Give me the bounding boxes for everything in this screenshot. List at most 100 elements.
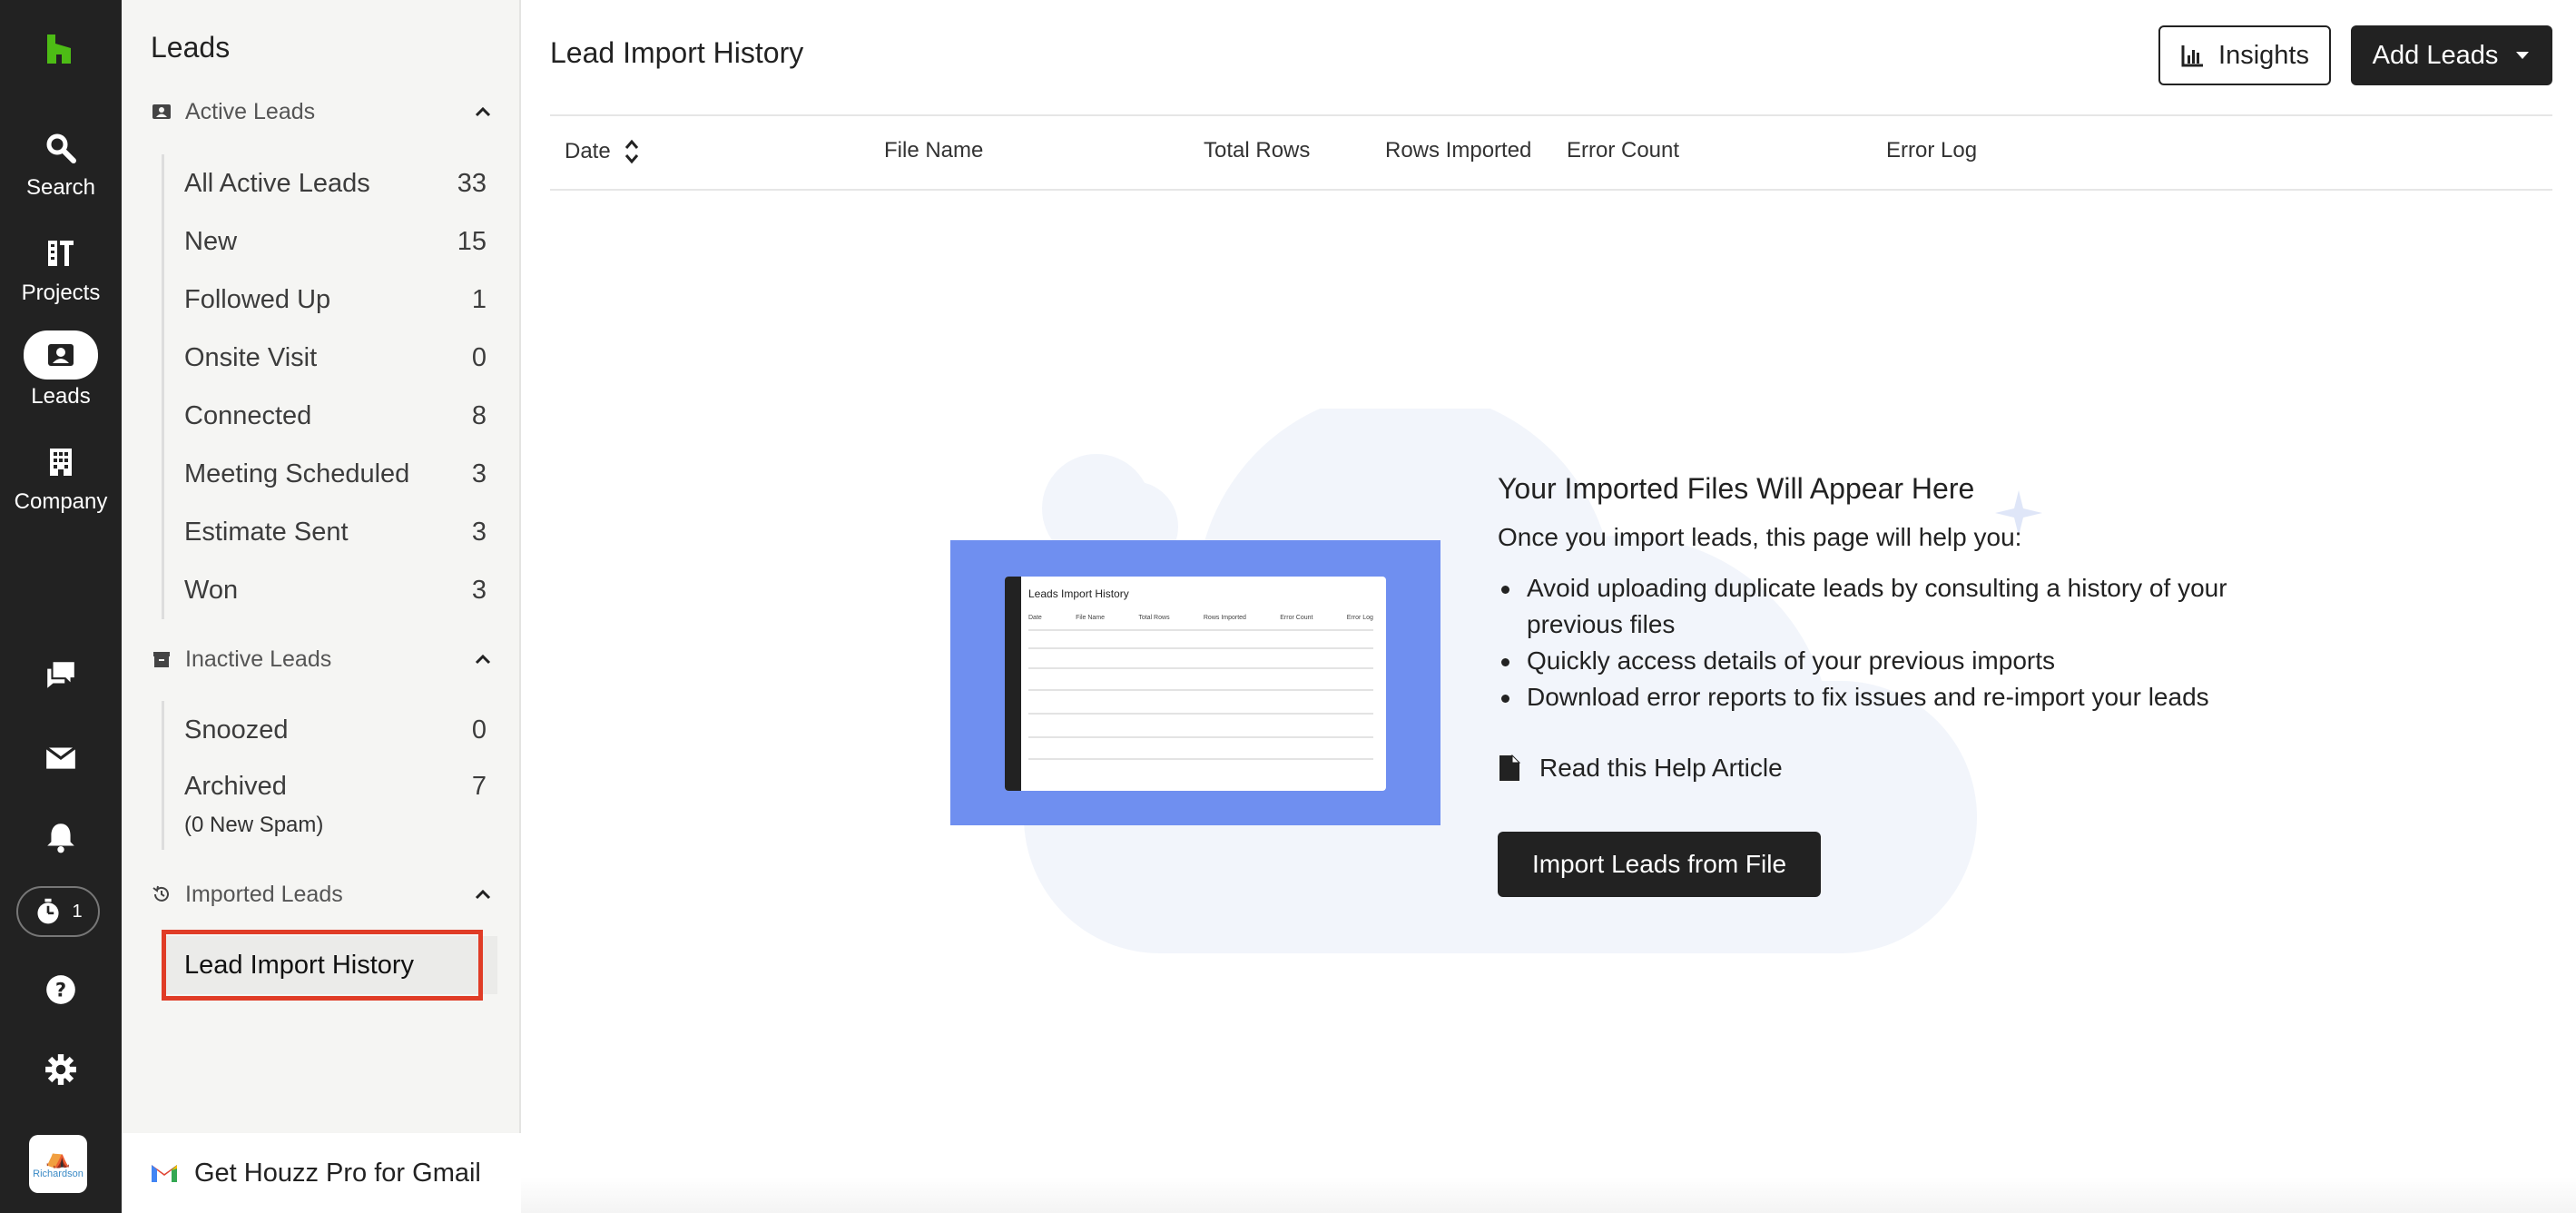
illustration-title: Leads Import History xyxy=(1028,587,1129,600)
column-header-file-name: File Name xyxy=(884,138,983,163)
item-label: Followed Up xyxy=(184,284,331,314)
inbox-button[interactable] xyxy=(0,730,122,784)
empty-state-intro: Once you import leads, this page will he… xyxy=(1498,523,2022,551)
item-label: Meeting Scheduled xyxy=(184,459,410,488)
rail-search[interactable]: Search xyxy=(0,125,122,202)
company-avatar[interactable]: ⛺ Richardson xyxy=(29,1135,87,1193)
item-count: 15 xyxy=(457,226,487,256)
chevron-up-icon xyxy=(475,889,491,900)
leads-icon xyxy=(24,330,98,380)
help-icon: ? xyxy=(46,975,75,1004)
notifications-button[interactable] xyxy=(0,810,122,864)
illustration-column: Total Rows xyxy=(1138,615,1170,621)
bullet-item: Download error reports to fix issues and… xyxy=(1498,679,2278,715)
inbox-icon xyxy=(45,746,76,769)
import-history-illustration: Leads Import History Date File Name Tota… xyxy=(950,540,1440,825)
app-rail: Search Projects Leads Company 1 ? ⛺ Rich… xyxy=(0,0,122,1213)
bottom-shadow xyxy=(521,1177,2576,1213)
settings-button[interactable] xyxy=(0,1042,122,1097)
item-label: All Active Leads xyxy=(184,168,370,198)
sidebar-item-won[interactable]: Won 3 xyxy=(164,561,497,619)
projects-icon xyxy=(34,231,87,276)
bullet-item: Avoid uploading duplicate leads by consu… xyxy=(1498,570,2278,643)
column-label: Date xyxy=(565,139,611,163)
sidebar-item-snoozed[interactable]: Snoozed 0 xyxy=(164,701,497,759)
empty-state-bullets: Avoid uploading duplicate leads by consu… xyxy=(1498,570,2278,715)
sidebar-item-lead-import-history[interactable]: Lead Import History xyxy=(164,936,497,994)
column-label: Total Rows xyxy=(1204,138,1311,163)
gmail-promo[interactable]: Get Houzz Pro for Gmail xyxy=(122,1133,521,1213)
contact-card-icon xyxy=(151,101,172,123)
column-label: Error Count xyxy=(1567,138,1680,163)
leads-sidebar: Leads Active Leads All Active Leads 33 Ne… xyxy=(122,0,521,1213)
imported-leads-label: Imported Leads xyxy=(185,881,343,907)
active-leads-section-header[interactable]: Active Leads xyxy=(151,94,496,130)
caret-down-icon xyxy=(2516,52,2530,59)
item-count: 3 xyxy=(471,517,487,547)
gear-icon xyxy=(45,1054,76,1085)
chevron-up-icon xyxy=(475,654,491,665)
item-count: 8 xyxy=(471,400,487,430)
avatar-text: Richardson xyxy=(33,1169,84,1179)
help-button[interactable]: ? xyxy=(0,962,122,1017)
illustration-column: Date xyxy=(1028,615,1042,621)
rail-leads[interactable]: Leads xyxy=(0,330,122,410)
item-count: 3 xyxy=(471,575,487,605)
column-label: File Name xyxy=(884,138,984,163)
insights-button[interactable]: Insights xyxy=(2158,25,2331,85)
sidebar-item-connected[interactable]: Connected 8 xyxy=(164,387,497,445)
sidebar-item-onsite-visit[interactable]: Onsite Visit 0 xyxy=(164,329,497,387)
illustration-row xyxy=(1028,689,1373,691)
header-divider xyxy=(550,114,2552,116)
sidebar-item-followed-up[interactable]: Followed Up 1 xyxy=(164,271,497,329)
column-header-date[interactable]: Date xyxy=(565,138,642,165)
sidebar-item-meeting-scheduled[interactable]: Meeting Scheduled 3 xyxy=(164,445,497,503)
rail-leads-label: Leads xyxy=(31,384,91,409)
imported-leads-section-header[interactable]: Imported Leads xyxy=(151,876,496,912)
item-sublabel: (0 New Spam) xyxy=(184,813,324,837)
inactive-leads-section-header[interactable]: Inactive Leads xyxy=(151,641,496,677)
illustration-column: File Name xyxy=(1076,615,1106,621)
item-label: Onsite Visit xyxy=(184,342,318,372)
illustration-row xyxy=(1028,667,1373,669)
archive-box-icon xyxy=(151,648,172,670)
sidebar-item-estimate-sent[interactable]: Estimate Sent 3 xyxy=(164,503,497,561)
bar-chart-icon xyxy=(2181,45,2204,67)
houzz-logo-icon[interactable] xyxy=(43,33,75,65)
inactive-leads-list: Snoozed 0 Archived (0 New Spam) 7 xyxy=(162,701,497,850)
illustration-column: Error Count xyxy=(1280,615,1313,621)
item-label: Estimate Sent xyxy=(184,517,349,547)
sidebar-item-new[interactable]: New 15 xyxy=(164,212,497,271)
sidebar-title: Leads xyxy=(151,31,231,64)
column-header-error-count: Error Count xyxy=(1567,138,1679,163)
sidebar-item-all-active-leads[interactable]: All Active Leads 33 xyxy=(164,154,497,212)
active-leads-label: Active Leads xyxy=(185,98,316,124)
svg-text:?: ? xyxy=(55,978,66,1001)
column-header-error-log: Error Log xyxy=(1886,138,1977,163)
add-leads-button[interactable]: Add Leads xyxy=(2351,25,2552,85)
rail-search-label: Search xyxy=(25,175,96,200)
active-leads-list: All Active Leads 33 New 15 Followed Up 1 On… xyxy=(162,154,497,619)
timer-button[interactable]: 1 xyxy=(16,886,100,937)
messages-button[interactable] xyxy=(0,648,122,703)
illustration-row xyxy=(1028,629,1373,631)
illustration-column: Error Log xyxy=(1346,615,1373,621)
illustration-row xyxy=(1028,758,1373,760)
item-label: Archived xyxy=(184,772,287,801)
item-count: 0 xyxy=(471,342,487,372)
bell-icon xyxy=(47,823,74,853)
help-article-link[interactable]: Read this Help Article xyxy=(1498,754,1783,783)
rail-projects[interactable]: Projects xyxy=(0,231,122,307)
gmail-icon xyxy=(152,1165,177,1182)
import-leads-button[interactable]: Import Leads from File xyxy=(1498,832,1821,897)
table-header-divider xyxy=(550,189,2552,191)
rail-company[interactable]: Company xyxy=(0,439,122,516)
page-title: Lead Import History xyxy=(550,36,804,69)
item-count: 0 xyxy=(471,715,487,745)
history-icon xyxy=(151,883,172,905)
sidebar-item-archived[interactable]: Archived (0 New Spam) 7 xyxy=(164,759,497,850)
item-label: Lead Import History xyxy=(184,950,415,980)
item-count: 33 xyxy=(457,168,487,198)
illustration-column: Rows Imported xyxy=(1203,615,1246,621)
timer-count: 1 xyxy=(72,901,83,922)
